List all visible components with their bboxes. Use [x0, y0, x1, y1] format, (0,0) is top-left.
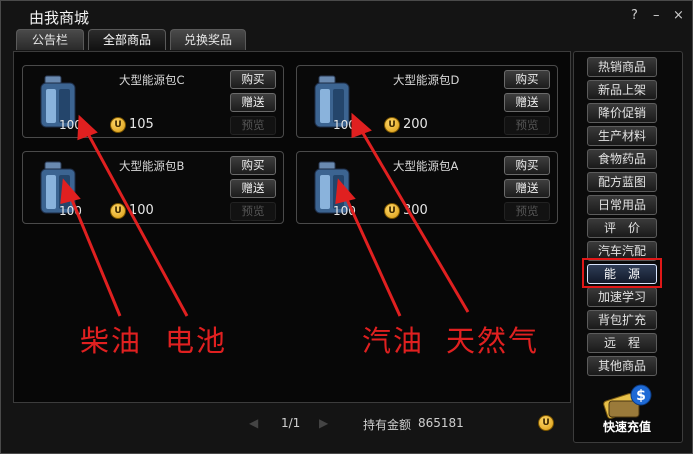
page-indicator: 1/1 — [281, 416, 301, 430]
coin-icon: U — [110, 203, 126, 219]
gift-button[interactable]: 赠送 — [230, 93, 276, 112]
tab-all-products[interactable]: 全部商品 — [88, 29, 166, 50]
product-card: 100 大型能源包A U 300 购买 赠送 预览 — [296, 151, 558, 224]
annotation-diesel: 柴油 — [80, 324, 143, 358]
preview-button[interactable]: 预览 — [504, 116, 550, 135]
coin-icon: U — [384, 203, 400, 219]
preview-button[interactable]: 预览 — [504, 202, 550, 221]
money-recharge-icon: $ — [603, 384, 652, 419]
category-daily[interactable]: 日常用品 — [587, 195, 657, 215]
category-food-medicine[interactable]: 食物药品 — [587, 149, 657, 169]
gift-button[interactable]: 赠送 — [504, 179, 550, 198]
prev-page-icon[interactable]: ◀ — [249, 416, 258, 430]
product-name: 大型能源包D — [393, 73, 460, 87]
balance-label: 持有金额 — [363, 418, 412, 432]
product-price: 300 — [403, 203, 428, 218]
category-hot[interactable]: 热销商品 — [587, 57, 657, 77]
minimize-icon[interactable]: – — [653, 8, 660, 23]
preview-button[interactable]: 预览 — [230, 202, 276, 221]
energy-highlight-box — [582, 258, 662, 288]
product-price: 200 — [403, 117, 428, 132]
tab-announcements[interactable]: 公告栏 — [16, 29, 84, 50]
next-page-icon[interactable]: ▶ — [319, 416, 328, 430]
product-name: 大型能源包C — [119, 73, 185, 87]
product-card: 100 大型能源包B U 100 购买 赠送 预览 — [22, 151, 284, 224]
coin-icon: U — [384, 117, 400, 133]
quick-recharge-label: 快速充值 — [602, 420, 651, 434]
svg-text:$: $ — [636, 388, 646, 404]
gift-button[interactable]: 赠送 — [230, 179, 276, 198]
product-price: 105 — [129, 117, 154, 132]
annotation-battery: 电池 — [165, 324, 228, 358]
coin-icon: U — [538, 415, 554, 431]
annotation-natural-gas: 天然气 — [446, 324, 540, 358]
help-icon[interactable]: ? — [631, 8, 638, 23]
category-remote[interactable]: 远 程 — [587, 333, 657, 353]
product-quantity: 100 — [59, 204, 82, 218]
category-backpack[interactable]: 背包扩充 — [587, 310, 657, 330]
product-price: 100 — [129, 203, 154, 218]
category-new[interactable]: 新品上架 — [587, 80, 657, 100]
shop-window: 由我商城 ? – × 公告栏 全部商品 兑换奖品 100 大型能源包C U 10… — [0, 0, 693, 454]
gift-button[interactable]: 赠送 — [504, 93, 550, 112]
category-other[interactable]: 其他商品 — [587, 356, 657, 376]
close-icon[interactable]: × — [673, 8, 684, 23]
tab-redeem-prizes[interactable]: 兑换奖品 — [170, 29, 246, 50]
annotation-gasoline: 汽油 — [362, 324, 425, 358]
category-blueprints[interactable]: 配方蓝图 — [587, 172, 657, 192]
buy-button[interactable]: 购买 — [230, 156, 276, 175]
balance-value: 865181 — [418, 416, 464, 430]
buy-button[interactable]: 购买 — [504, 156, 550, 175]
product-quantity: 100 — [59, 118, 82, 132]
buy-button[interactable]: 购买 — [504, 70, 550, 89]
category-review[interactable]: 评 价 — [587, 218, 657, 238]
preview-button[interactable]: 预览 — [230, 116, 276, 135]
coin-icon: U — [110, 117, 126, 133]
buy-button[interactable]: 购买 — [230, 70, 276, 89]
quick-recharge-button[interactable]: $ 快速充值 — [597, 383, 657, 435]
product-card: 100 大型能源包C U 105 购买 赠送 预览 — [22, 65, 284, 138]
product-name: 大型能源包B — [119, 159, 185, 173]
category-speed-learning[interactable]: 加速学习 — [587, 287, 657, 307]
category-sale[interactable]: 降价促销 — [587, 103, 657, 123]
window-title: 由我商城 — [29, 9, 90, 27]
product-name: 大型能源包A — [393, 159, 459, 173]
category-materials[interactable]: 生产材料 — [587, 126, 657, 146]
product-card: 100 大型能源包D U 200 购买 赠送 预览 — [296, 65, 558, 138]
product-quantity: 100 — [333, 204, 356, 218]
product-quantity: 100 — [333, 118, 356, 132]
